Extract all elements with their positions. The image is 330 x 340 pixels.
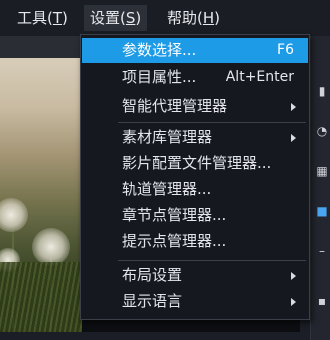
grass [0, 262, 82, 332]
menu-item-project-properties[interactable]: 项目属性... Alt+Enter [82, 65, 308, 90]
menu-tools[interactable]: 工具(T) [17, 5, 68, 31]
menu-item-library-manager[interactable]: 素材库管理器 [82, 125, 308, 150]
menu-help[interactable]: 帮助(H) [167, 5, 220, 31]
menu-help-mnemonic: H [202, 9, 215, 27]
menu-bar: 工具(T) 设置(S) 帮助(H) [0, 0, 330, 36]
menu-settings-mnemonic: S [125, 9, 136, 27]
menu-item-label: 轨道管理器... [122, 180, 212, 198]
submenu-arrow-icon [291, 272, 296, 280]
settings-dropdown-menu: 参数选择... F6 项目属性... Alt+Enter 智能代理管理器 素材库… [80, 34, 310, 320]
menu-item-shortcut: F6 [277, 42, 294, 58]
menu-item-label: 布局设置 [122, 266, 183, 284]
preview-image [0, 58, 82, 332]
menu-item-label: 显示语言 [122, 292, 183, 310]
toolbar-icon[interactable]: ◔ [315, 124, 329, 138]
menu-settings[interactable]: 设置(S) [84, 5, 148, 31]
menu-help-close: ) [214, 9, 220, 27]
menu-tools-label: 工具( [17, 9, 53, 27]
toolbar-icon[interactable]: – [315, 244, 329, 258]
submenu-arrow-icon [291, 134, 296, 142]
menu-item-label: 提示点管理器... [122, 232, 227, 250]
menu-item-display-language[interactable]: 显示语言 [82, 289, 308, 314]
right-toolbar: ▮ ◔ ▦ ■ – ▪ [310, 36, 330, 340]
submenu-arrow-icon [291, 103, 296, 111]
menu-item-chapter-point-manager[interactable]: 章节点管理器... [82, 203, 308, 228]
menu-tools-close: ) [62, 9, 68, 27]
dandelion-flower [32, 228, 70, 266]
submenu-arrow-icon [291, 298, 296, 306]
menu-separator [118, 260, 306, 261]
menu-item-movie-profile-manager[interactable]: 影片配置文件管理器... [82, 151, 308, 176]
menu-settings-label: 设置( [90, 9, 126, 27]
menu-item-label: 项目属性... [122, 68, 197, 86]
menu-settings-close: ) [135, 9, 142, 27]
menu-tools-mnemonic: T [52, 9, 63, 27]
menu-item-label: 智能代理管理器 [122, 97, 228, 115]
toolbar-icon[interactable]: ▦ [315, 164, 329, 178]
menu-item-preferences[interactable]: 参数选择... F6 [82, 38, 308, 63]
menu-item-track-manager[interactable]: 轨道管理器... [82, 177, 308, 202]
menu-separator [118, 122, 306, 123]
menu-item-label: 影片配置文件管理器... [122, 154, 272, 172]
toolbar-icon[interactable]: ▪ [315, 294, 329, 308]
toolbar-icon[interactable]: ▮ [315, 84, 329, 98]
menu-item-layout-settings[interactable]: 布局设置 [82, 263, 308, 288]
app-window: 工具(T) 设置(S) 帮助(H) ▮ ◔ ▦ ■ – ▪ 参数选择... F6… [0, 0, 330, 340]
toolbar-icon[interactable]: ■ [315, 204, 329, 218]
dandelion-flower [0, 198, 28, 232]
menu-item-cue-point-manager[interactable]: 提示点管理器... [82, 229, 308, 254]
menu-item-shortcut: Alt+Enter [225, 69, 294, 85]
menu-item-label: 素材库管理器 [122, 128, 213, 146]
menu-item-smart-proxy-manager[interactable]: 智能代理管理器 [82, 94, 308, 119]
menu-item-label: 章节点管理器... [122, 206, 227, 224]
menu-item-label: 参数选择... [122, 41, 197, 59]
menu-help-label: 帮助( [167, 9, 203, 27]
